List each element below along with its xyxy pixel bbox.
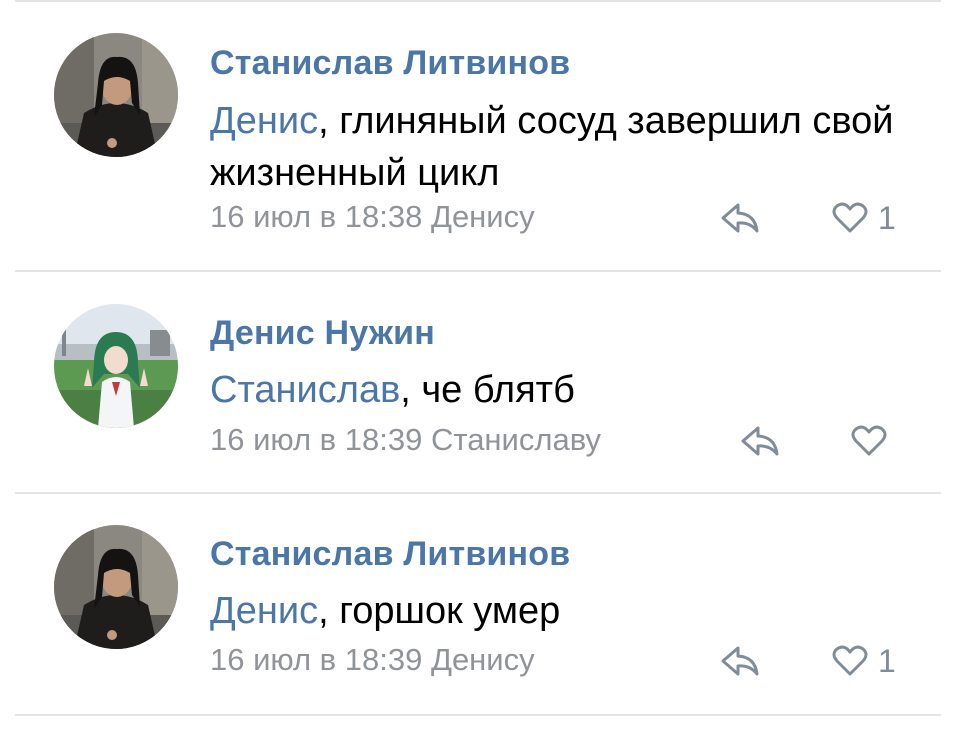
heart-outline-icon xyxy=(832,645,868,676)
avatar[interactable] xyxy=(54,304,178,428)
comment-text: Станислав, че блятб xyxy=(210,364,910,416)
like-button[interactable]: 1 xyxy=(832,642,896,679)
like-count: 1 xyxy=(878,199,896,236)
heart-outline-icon xyxy=(851,425,887,456)
comment-meta[interactable]: 16 июл в 18:38 Денису xyxy=(210,199,535,235)
avatar[interactable] xyxy=(54,525,178,649)
reply-arrow-icon xyxy=(741,426,779,456)
reply-button[interactable] xyxy=(740,424,780,458)
comment-item: Денис Нужин Станислав, че блятб 16 июл в… xyxy=(0,272,960,492)
reply-arrow-icon xyxy=(721,203,759,233)
reply-arrow-icon xyxy=(721,646,759,676)
reply-button[interactable] xyxy=(720,644,760,678)
comment-text: Денис, глиняный сосуд завершил свой жизн… xyxy=(210,95,910,199)
like-button[interactable] xyxy=(851,424,897,458)
comment-author[interactable]: Станислав Литвинов xyxy=(210,535,570,574)
comment-author[interactable]: Станислав Литвинов xyxy=(210,44,570,83)
comment-item: Станислав Литвинов Денис, глиняный сосуд… xyxy=(0,0,960,272)
comment-body: , че блятб xyxy=(400,369,575,411)
mention-link[interactable]: Денис xyxy=(210,100,318,142)
divider-bottom xyxy=(15,714,941,716)
comment-text: Денис, горшок умер xyxy=(210,585,910,637)
comment-meta[interactable]: 16 июл в 18:39 Денису xyxy=(210,642,535,678)
heart-outline-icon xyxy=(832,202,868,233)
comment-body: , горшок умер xyxy=(318,590,561,632)
like-count: 1 xyxy=(878,642,896,679)
comment-item: Станислав Литвинов Денис, горшок умер 16… xyxy=(0,494,960,714)
avatar[interactable] xyxy=(54,33,178,157)
reply-button[interactable] xyxy=(720,201,760,235)
comment-author[interactable]: Денис Нужин xyxy=(210,314,435,353)
mention-link[interactable]: Денис xyxy=(210,590,318,632)
like-button[interactable]: 1 xyxy=(832,199,896,236)
comment-meta[interactable]: 16 июл в 18:39 Станиславу xyxy=(210,422,601,458)
mention-link[interactable]: Станислав xyxy=(210,369,400,411)
